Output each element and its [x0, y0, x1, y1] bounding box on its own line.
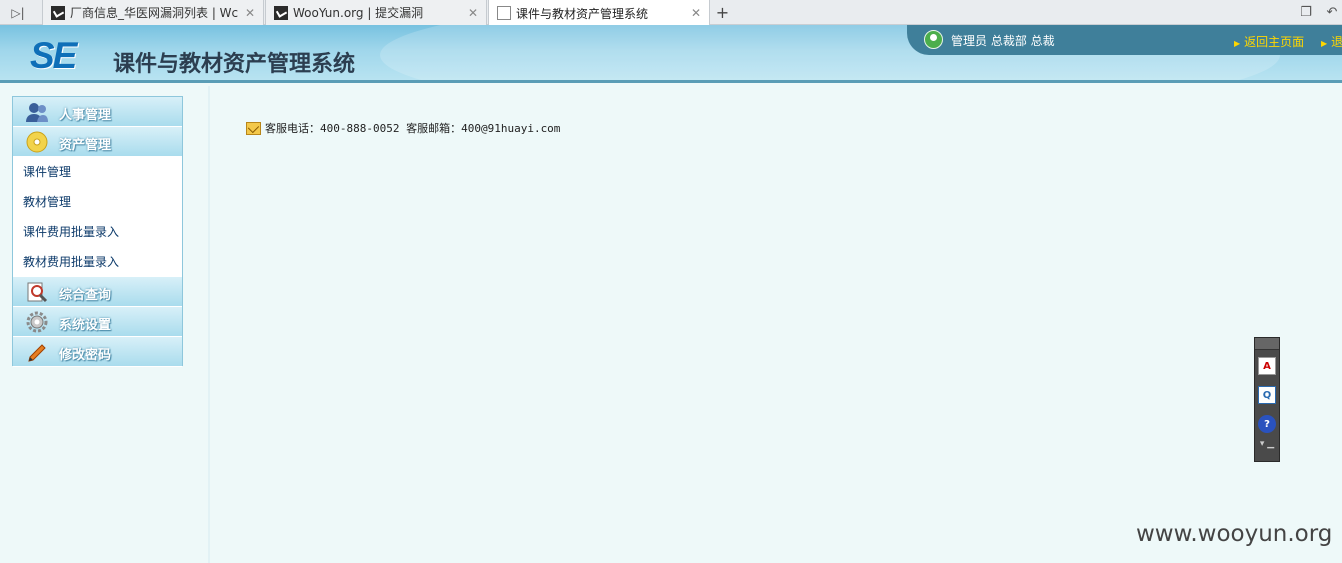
watermark: www.wooyun.org [1136, 521, 1333, 547]
app-title: 课件与教材资产管理系统 [113, 52, 356, 77]
menu-personnel[interactable]: 人事管理 [13, 97, 182, 127]
quote-button[interactable]: Q [1255, 382, 1279, 408]
browser-tab-1[interactable]: 厂商信息_华医网漏洞列表 | Wc ✕ [42, 0, 264, 25]
restore-window-icon[interactable]: ❐ [1296, 3, 1316, 21]
more-options-icon[interactable]: ▾ ▁ [1255, 439, 1279, 449]
new-tab-button[interactable]: + [710, 0, 735, 25]
wooyun-favicon-icon [274, 5, 288, 20]
help-button[interactable]: ? [1255, 411, 1279, 437]
user-icon [924, 30, 943, 49]
disc-icon [26, 131, 48, 153]
user-info: 管理员 总裁部 总裁 [951, 34, 1055, 48]
menu-label: 人事管理 [59, 108, 112, 123]
app-logo: SE [30, 35, 77, 76]
menu-settings[interactable]: 系统设置 [13, 307, 182, 337]
menu-label: 资产管理 [59, 138, 112, 153]
search-doc-icon [27, 282, 48, 303]
tab-title: WooYun.org | 提交漏洞 [293, 6, 424, 20]
document-favicon-icon [497, 6, 511, 20]
menu-query[interactable]: 综合查询 [13, 277, 182, 307]
arrow-right-icon: ▶ [1321, 39, 1328, 48]
logout-link[interactable]: ▶ 退 [1321, 33, 1342, 50]
home-link[interactable]: ▶ 返回主页面 [1234, 33, 1304, 50]
close-tab-icon[interactable]: ✕ [691, 6, 701, 20]
arrow-right-icon: ▶ [1234, 39, 1241, 48]
pen-icon [28, 344, 46, 362]
quote-icon: Q [1258, 386, 1276, 404]
sidebar-toggle-icon[interactable]: ▷| [0, 0, 36, 25]
asset-submenu: 课件管理 教材管理 课件费用批量录入 教材费用批量录入 [13, 157, 182, 277]
wooyun-favicon-icon [51, 5, 65, 20]
submenu-textbook-management[interactable]: 教材管理 [13, 187, 182, 217]
menu-label: 综合查询 [59, 288, 112, 303]
pdf-icon: A [1258, 357, 1276, 375]
tab-title: 课件与教材资产管理系统 [516, 6, 649, 21]
browser-tab-bar: ▷| 厂商信息_华医网漏洞列表 | Wc ✕ WooYun.org | 提交漏洞… [0, 0, 1342, 26]
menu-label: 修改密码 [59, 348, 112, 363]
contact-info: 客服电话：400-888-0052 客服邮箱：400@91huayi.com [246, 120, 560, 136]
close-tab-icon[interactable]: ✕ [468, 6, 478, 20]
help-icon: ? [1258, 415, 1276, 433]
floating-toolbar: A Q ? ▾ ▁ [1254, 337, 1280, 462]
close-tab-icon[interactable]: ✕ [245, 6, 255, 20]
drag-handle[interactable] [1255, 338, 1279, 350]
content-divider [208, 86, 210, 563]
sidebar-menu: 人事管理 资产管理 课件管理 教材管理 课件费用批量录入 教材费用批量录入 综合… [12, 96, 183, 367]
pdf-button[interactable]: A [1255, 353, 1279, 379]
browser-tab-3-active[interactable]: 课件与教材资产管理系统 ✕ [488, 0, 710, 26]
submenu-textbook-fee-batch[interactable]: 教材费用批量录入 [13, 247, 182, 277]
submenu-courseware-management[interactable]: 课件管理 [13, 157, 182, 187]
users-icon [26, 103, 48, 122]
gear-icon [26, 311, 48, 333]
mail-icon [246, 121, 261, 135]
undo-icon[interactable]: ↶ [1322, 3, 1342, 21]
menu-label: 系统设置 [59, 318, 112, 333]
submenu-courseware-fee-batch[interactable]: 课件费用批量录入 [13, 217, 182, 247]
menu-assets[interactable]: 资产管理 [13, 127, 182, 157]
app-header: SE 课件与教材资产管理系统 管理员 总裁部 总裁 ▶ 返回主页面 ▶ 退 [0, 25, 1342, 83]
browser-tab-2[interactable]: WooYun.org | 提交漏洞 ✕ [265, 0, 487, 25]
tab-title: 厂商信息_华医网漏洞列表 | Wc [70, 6, 239, 20]
menu-change-password[interactable]: 修改密码 [13, 337, 182, 367]
user-bar: 管理员 总裁部 总裁 ▶ 返回主页面 ▶ 退 [907, 25, 1342, 55]
contact-text: 客服电话：400-888-0052 客服邮箱：400@91huayi.com [265, 122, 561, 135]
